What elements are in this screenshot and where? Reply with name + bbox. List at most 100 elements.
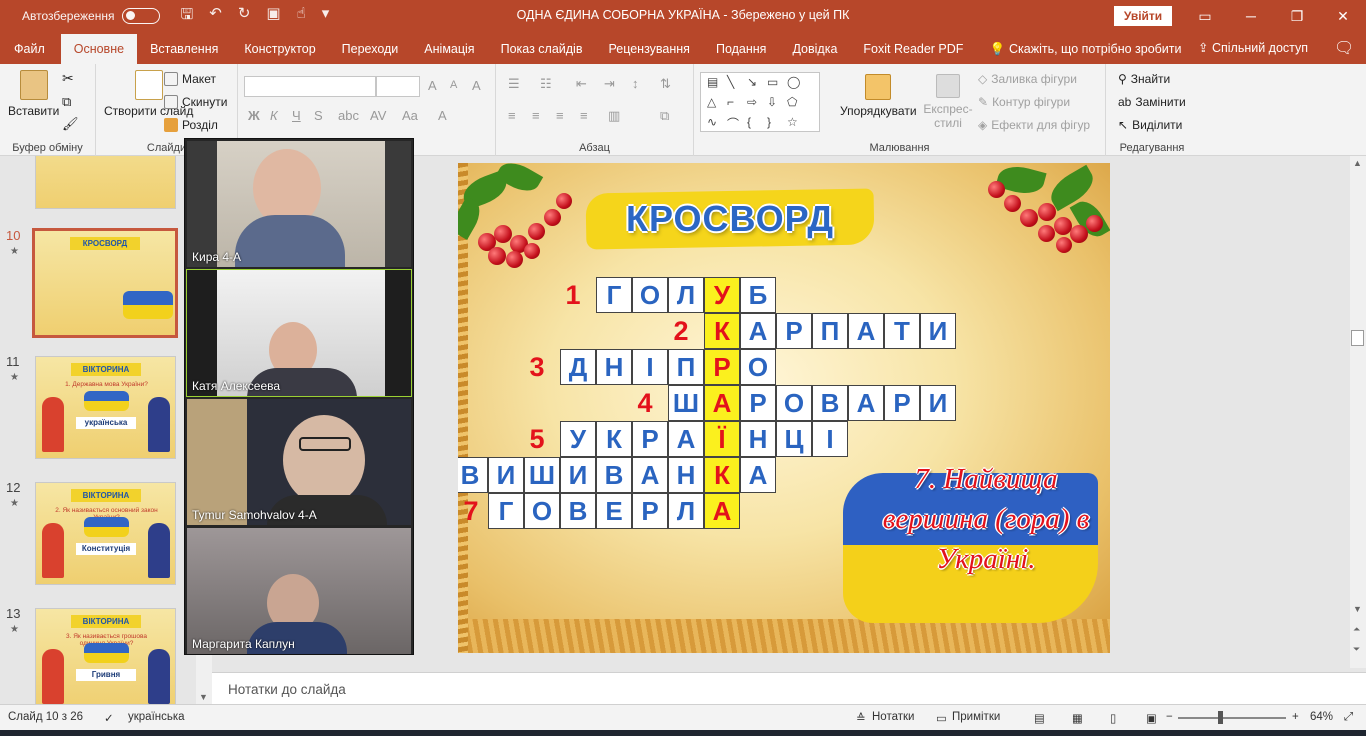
- tab-animations[interactable]: Анімація: [411, 34, 487, 64]
- participant-tile[interactable]: Маргарита Каплун: [187, 528, 411, 654]
- tell-me-search[interactable]: 💡 Скажіть, що потрібно зробити: [976, 34, 1194, 64]
- textbox-shape-icon[interactable]: ▤: [707, 75, 718, 89]
- quick-styles-button[interactable]: Експрес-стилі: [922, 74, 974, 130]
- underline-button[interactable]: Ч: [292, 108, 301, 123]
- bold-button[interactable]: Ж: [248, 108, 260, 123]
- justify-icon[interactable]: ≡: [580, 108, 588, 123]
- slide-thumbnail[interactable]: ВІКТОРИНА 1. Державна мова України? укра…: [35, 356, 176, 459]
- right-brace-shape-icon[interactable]: }: [767, 115, 771, 129]
- oval-shape-icon[interactable]: ◯: [787, 75, 800, 89]
- language-indicator[interactable]: українська: [128, 711, 185, 723]
- zoom-in-icon[interactable]: +: [1292, 711, 1299, 723]
- tab-view[interactable]: Подання: [703, 34, 779, 64]
- comments-icon[interactable]: ▭: [936, 711, 947, 725]
- columns-icon[interactable]: ▥: [608, 108, 620, 124]
- shape-fill-button[interactable]: ◇ Заливка фігури: [978, 72, 1077, 86]
- font-size-select[interactable]: [376, 76, 420, 97]
- slide-vertical-scrollbar[interactable]: ▲ ▼ ⏶ ⏷: [1350, 156, 1366, 668]
- left-brace-shape-icon[interactable]: {: [747, 115, 751, 129]
- save-icon[interactable]: 🖫: [180, 4, 193, 29]
- fit-to-window-icon[interactable]: ⤢: [1344, 711, 1353, 724]
- customize-toolbar-icon[interactable]: ▾: [322, 4, 330, 29]
- arc-shape-icon[interactable]: ⌒: [727, 115, 739, 132]
- italic-button[interactable]: К: [270, 108, 278, 123]
- increase-font-icon[interactable]: A: [428, 78, 437, 93]
- redo-icon[interactable]: ↻: [238, 4, 251, 29]
- present-from-start-icon[interactable]: ▣: [266, 4, 280, 29]
- participant-tile[interactable]: Кира 4-А: [187, 141, 411, 267]
- tab-home[interactable]: Основне: [60, 34, 138, 64]
- reading-view-icon[interactable]: ▯: [1110, 711, 1116, 725]
- shape-effects-button[interactable]: ◈ Ефекти для фігур: [978, 118, 1090, 132]
- format-painter-icon[interactable]: 🖌: [62, 116, 79, 132]
- tab-transitions[interactable]: Переходи: [329, 34, 412, 64]
- slide-thumbnail-pane[interactable]: 10 ★ КРОСВОРД 11 ★ ВІКТОРИНА 1. Державна…: [0, 156, 212, 704]
- notes-placeholder[interactable]: Нотатки до слайда: [228, 682, 346, 697]
- ribbon-display-options-icon[interactable]: ▭: [1182, 0, 1228, 32]
- arrow-line-shape-icon[interactable]: ↘: [747, 75, 757, 89]
- scroll-down-icon[interactable]: ▼: [1353, 604, 1362, 614]
- zoom-slider[interactable]: [1178, 717, 1286, 719]
- tab-file[interactable]: Файл: [0, 34, 61, 64]
- crossword-question[interactable]: 7. Найвища вершина (гора) в Україні.: [876, 459, 1096, 579]
- align-left-icon[interactable]: ≡: [508, 108, 516, 123]
- comments-icon[interactable]: 🗨: [1334, 38, 1354, 58]
- increase-indent-icon[interactable]: ⇥: [604, 76, 615, 92]
- layout-button[interactable]: Макет: [164, 72, 216, 86]
- scroll-up-icon[interactable]: ▲: [1353, 158, 1362, 168]
- slide-thumbnail[interactable]: ВІКТОРИНА 3. Як називається грошова один…: [35, 608, 176, 704]
- freeform-shape-icon[interactable]: ∿: [707, 115, 717, 129]
- reset-button[interactable]: Скинути: [164, 95, 227, 109]
- shape-outline-button[interactable]: ✎ Контур фігури: [978, 95, 1070, 109]
- decrease-indent-icon[interactable]: ⇤: [576, 76, 587, 92]
- slide-sorter-icon[interactable]: ▦: [1072, 711, 1083, 725]
- connector-shape-icon[interactable]: ⌐: [727, 95, 734, 109]
- sign-in-button[interactable]: Увійти: [1114, 6, 1172, 26]
- comments-button[interactable]: Примітки: [952, 711, 1000, 723]
- right-arrow-shape-icon[interactable]: ⇨: [747, 95, 757, 109]
- align-center-icon[interactable]: ≡: [532, 108, 540, 123]
- arrange-button[interactable]: Упорядкувати: [840, 74, 917, 118]
- zoom-out-icon[interactable]: −: [1166, 711, 1173, 723]
- tab-slideshow[interactable]: Показ слайдів: [488, 34, 596, 64]
- change-case-icon[interactable]: Aa: [402, 108, 418, 123]
- line-spacing-icon[interactable]: ↕: [632, 76, 639, 91]
- copy-icon[interactable]: ⧉: [62, 94, 71, 110]
- previous-slide-icon[interactable]: ⏶: [1353, 624, 1360, 635]
- slideshow-view-icon[interactable]: ▣: [1146, 711, 1157, 725]
- shapes-gallery[interactable]: ▤ ╲ ↘ ▭ ◯ △ ⌐ ⇨ ⇩ ⬠ ∿ ⌒ { } ☆: [700, 72, 820, 132]
- character-spacing-icon[interactable]: AV: [370, 108, 386, 123]
- star-shape-icon[interactable]: ☆: [787, 115, 798, 129]
- scrollbar-thumb[interactable]: [1351, 330, 1364, 346]
- notes-toggle-button[interactable]: Нотатки: [872, 711, 914, 723]
- smartart-icon[interactable]: ⧉: [660, 108, 669, 124]
- slide-thumbnail-selected[interactable]: КРОСВОРД: [32, 228, 178, 338]
- rectangle-shape-icon[interactable]: ▭: [767, 75, 778, 89]
- notes-toggle-icon[interactable]: ≙: [856, 711, 866, 725]
- text-shadow-button[interactable]: S: [314, 108, 323, 123]
- bullets-icon[interactable]: ☰: [508, 76, 520, 92]
- spellcheck-icon[interactable]: ✓: [104, 711, 114, 725]
- decrease-font-icon[interactable]: A: [450, 79, 457, 91]
- toggle-switch-icon[interactable]: [122, 8, 161, 24]
- participant-tile-speaking[interactable]: Катя Алексеева: [186, 269, 412, 397]
- undo-icon[interactable]: ↶: [209, 4, 222, 29]
- close-icon[interactable]: ✕: [1320, 0, 1366, 32]
- zoom-level[interactable]: 64%: [1310, 711, 1333, 723]
- numbering-icon[interactable]: ☷: [540, 76, 552, 92]
- tab-help[interactable]: Довідка: [779, 34, 850, 64]
- scroll-down-icon[interactable]: ▼: [199, 692, 208, 702]
- select-button[interactable]: ↖ Виділити: [1118, 118, 1182, 132]
- triangle-shape-icon[interactable]: △: [707, 95, 716, 109]
- down-arrow-shape-icon[interactable]: ⇩: [767, 95, 777, 109]
- slide-canvas[interactable]: КРОСВОРД 1ГОЛУБ2КАРПАТИ3ДНІПРО4ШАРОВАРИ5…: [458, 163, 1110, 653]
- tab-insert[interactable]: Вставлення: [137, 34, 231, 64]
- slide-thumbnail[interactable]: ВІКТОРИНА 2. Як називається основний зак…: [35, 482, 176, 585]
- replace-button[interactable]: ab Замінити: [1118, 95, 1186, 109]
- next-slide-icon[interactable]: ⏷: [1353, 644, 1360, 655]
- restore-icon[interactable]: ❐: [1274, 0, 1320, 32]
- text-direction-icon[interactable]: ⇅: [660, 76, 671, 92]
- tab-design[interactable]: Конструктор: [231, 34, 328, 64]
- zoom-slider-handle[interactable]: [1218, 711, 1223, 724]
- slide-thumbnail-9[interactable]: [35, 156, 176, 209]
